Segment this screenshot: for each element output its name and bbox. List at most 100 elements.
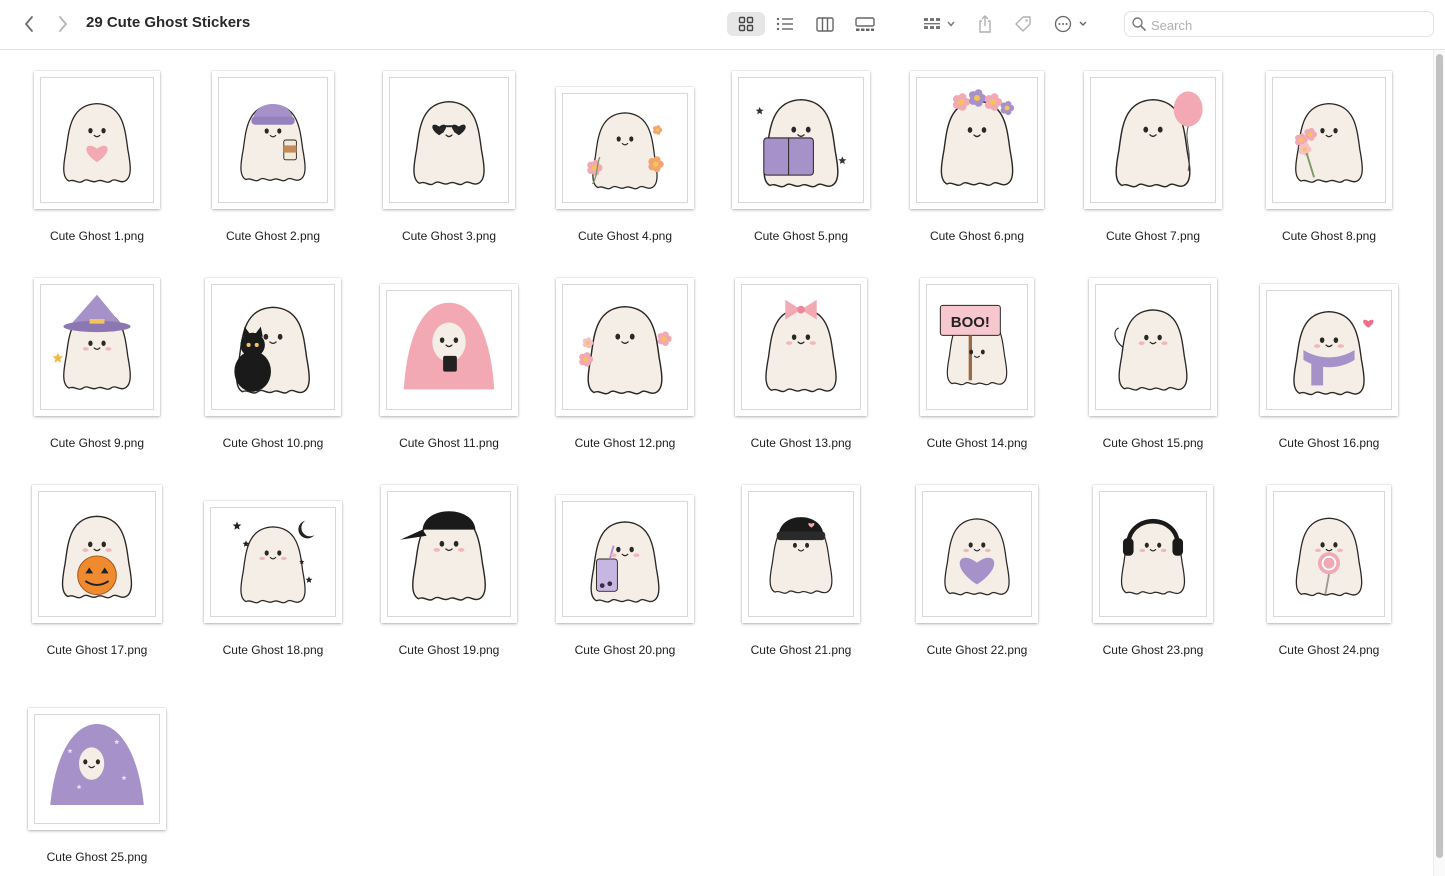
ghost-cap-icon xyxy=(400,511,486,601)
file-name-label: Cute Ghost 19.png xyxy=(398,643,500,657)
file-name-label: Cute Ghost 11.png xyxy=(399,436,499,450)
list-view-button[interactable] xyxy=(770,12,800,36)
share-button[interactable] xyxy=(974,12,996,36)
file-item[interactable]: Cute Ghost 21.png xyxy=(713,464,889,660)
ghost-pink-bow-icon xyxy=(765,299,837,393)
ghost-reading-book-icon xyxy=(755,98,847,188)
ghost-floral-icon xyxy=(579,305,672,395)
grid-icon xyxy=(738,16,754,32)
file-thumbnail[interactable] xyxy=(1267,485,1391,623)
file-item[interactable]: Cute Ghost 3.png xyxy=(361,50,537,246)
file-name-label: Cute Ghost 4.png xyxy=(577,229,673,243)
ghost-pink-blanket-icon xyxy=(403,302,495,390)
file-thumbnail[interactable] xyxy=(556,278,694,416)
file-item[interactable]: Cute Ghost 23.png xyxy=(1065,464,1241,660)
file-item[interactable]: Cute Ghost 12.png xyxy=(537,257,713,453)
file-item[interactable]: Cute Ghost 22.png xyxy=(889,464,1065,660)
file-thumbnail[interactable] xyxy=(1266,71,1392,209)
file-item[interactable]: BOO! Cute Ghost 14.png xyxy=(889,257,1065,453)
ghost-pumpkin-icon xyxy=(61,515,133,599)
file-thumbnail[interactable] xyxy=(380,284,518,416)
file-thumbnail[interactable] xyxy=(381,485,517,623)
file-thumbnail[interactable] xyxy=(732,71,870,209)
more-actions-button[interactable] xyxy=(1052,12,1090,36)
ghost-flower-crown-icon xyxy=(940,89,1015,186)
search-input[interactable] xyxy=(1149,15,1423,35)
file-thumbnail[interactable] xyxy=(1084,71,1222,209)
file-item[interactable]: Cute Ghost 11.png xyxy=(361,257,537,453)
file-name-label: Cute Ghost 5.png xyxy=(753,229,849,243)
file-thumbnail[interactable] xyxy=(556,87,694,209)
forward-button[interactable] xyxy=(52,12,74,36)
file-item[interactable]: Cute Ghost 13.png xyxy=(713,257,889,453)
search-field[interactable] xyxy=(1124,11,1434,37)
file-item[interactable]: Cute Ghost 7.png xyxy=(1065,50,1241,246)
file-thumbnail[interactable] xyxy=(32,485,162,623)
file-name-label: Cute Ghost 13.png xyxy=(750,436,852,450)
file-thumbnail[interactable] xyxy=(34,278,160,416)
gallery-view-button[interactable] xyxy=(850,12,880,36)
file-name-label: Cute Ghost 22.png xyxy=(926,643,1028,657)
file-thumbnail[interactable] xyxy=(916,485,1038,623)
file-thumbnail[interactable] xyxy=(34,71,160,209)
file-item[interactable]: Cute Ghost 6.png xyxy=(889,50,1065,246)
file-thumbnail[interactable] xyxy=(1089,278,1217,416)
ghost-boo-sign-icon: BOO! xyxy=(939,304,1008,386)
file-thumbnail[interactable] xyxy=(205,278,341,416)
ghost-star-blanket-icon xyxy=(50,724,144,805)
file-item[interactable]: Cute Ghost 1.png xyxy=(9,50,185,246)
group-by-button[interactable] xyxy=(918,12,960,36)
file-thumbnail[interactable] xyxy=(28,708,166,830)
scrollbar-thumb[interactable] xyxy=(1436,54,1443,858)
back-button[interactable] xyxy=(18,12,40,36)
icon-view-button[interactable] xyxy=(727,12,765,36)
file-thumbnail[interactable] xyxy=(383,71,515,209)
file-name-label: Cute Ghost 7.png xyxy=(1105,229,1201,243)
file-thumbnail[interactable]: BOO! xyxy=(920,278,1034,416)
file-name-label: Cute Ghost 12.png xyxy=(574,436,676,450)
file-item[interactable]: Cute Ghost 25.png xyxy=(9,671,185,867)
file-thumbnail[interactable] xyxy=(556,495,694,623)
file-item[interactable]: Cute Ghost 15.png xyxy=(1065,257,1241,453)
ghost-black-cat-icon xyxy=(234,306,310,394)
file-item[interactable]: Cute Ghost 18.png xyxy=(185,464,361,660)
gallery-icon xyxy=(855,16,875,31)
file-thumbnail[interactable] xyxy=(742,485,860,623)
window-title: 29 Cute Ghost Stickers xyxy=(86,14,251,31)
file-item[interactable]: Cute Ghost 5.png xyxy=(713,50,889,246)
file-thumbnail[interactable] xyxy=(212,71,334,209)
file-item[interactable]: Cute Ghost 20.png xyxy=(537,464,713,660)
file-item[interactable]: Cute Ghost 8.png xyxy=(1241,50,1417,246)
file-item[interactable]: Cute Ghost 9.png xyxy=(9,257,185,453)
column-view-button[interactable] xyxy=(810,12,840,36)
ghost-waving-icon xyxy=(1114,309,1188,391)
file-name-label: Cute Ghost 15.png xyxy=(1102,436,1204,450)
ghost-witch-hat-icon xyxy=(52,294,131,390)
file-name-label: Cute Ghost 8.png xyxy=(1281,229,1377,243)
file-item[interactable]: Cute Ghost 2.png xyxy=(185,50,361,246)
file-item[interactable]: Cute Ghost 4.png xyxy=(537,50,713,246)
finder-toolbar: 29 Cute Ghost Stickers xyxy=(0,0,1445,50)
file-name-label: Cute Ghost 3.png xyxy=(401,229,497,243)
file-name-label: Cute Ghost 25.png xyxy=(46,850,148,864)
file-name-label: Cute Ghost 21.png xyxy=(750,643,852,657)
file-thumbnail[interactable] xyxy=(910,71,1044,209)
ghost-bouquet-icon xyxy=(1295,102,1363,183)
file-thumbnail[interactable] xyxy=(1093,485,1213,623)
file-item[interactable]: Cute Ghost 19.png xyxy=(361,464,537,660)
file-thumbnail[interactable] xyxy=(735,278,867,416)
file-item[interactable]: Cute Ghost 24.png xyxy=(1241,464,1417,660)
columns-icon xyxy=(816,16,834,32)
file-name-label: Cute Ghost 23.png xyxy=(1102,643,1204,657)
ghost-balloon-icon xyxy=(1115,91,1203,188)
file-thumbnail[interactable] xyxy=(204,501,342,623)
chevron-left-icon xyxy=(25,16,33,32)
tag-button[interactable] xyxy=(1011,12,1035,36)
file-item[interactable]: Cute Ghost 17.png xyxy=(9,464,185,660)
file-item[interactable]: Cute Ghost 16.png xyxy=(1241,257,1417,453)
file-name-label: Cute Ghost 10.png xyxy=(222,436,324,450)
file-thumbnail[interactable] xyxy=(1260,284,1398,416)
ghost-heart-sunglasses-icon xyxy=(413,100,485,186)
file-item[interactable]: Cute Ghost 10.png xyxy=(185,257,361,453)
ghost-lollipop-icon xyxy=(1295,517,1363,597)
